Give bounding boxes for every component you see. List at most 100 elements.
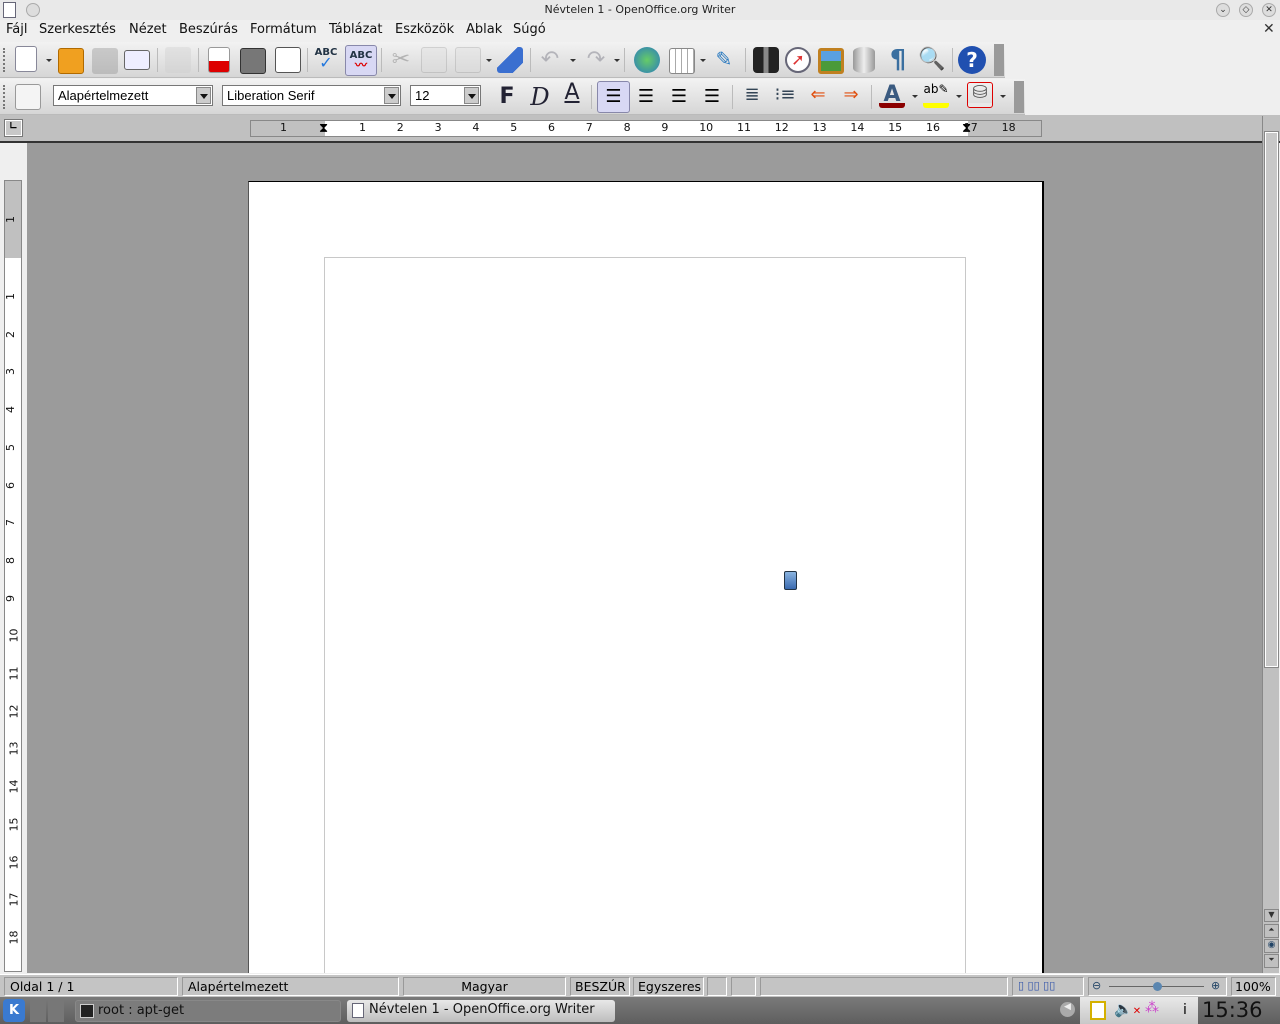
gallery-icon[interactable]	[818, 48, 844, 74]
help-icon[interactable]: ?	[958, 46, 986, 74]
data-sources-icon[interactable]	[853, 47, 875, 73]
open-folder-icon[interactable]	[58, 48, 84, 74]
ruler-number: 5	[4, 443, 17, 451]
desktop-pager[interactable]	[30, 999, 64, 1022]
menu-insert[interactable]: Beszúrás	[179, 22, 238, 37]
save-icon[interactable]	[92, 48, 118, 74]
nonprinting-characters-icon[interactable]: ¶	[885, 45, 911, 75]
increase-indent-icon[interactable]: ⇒	[838, 84, 864, 110]
zoom-in-icon[interactable]: ⊕	[1211, 979, 1220, 992]
text-boundary[interactable]	[324, 257, 966, 973]
kde-menu-icon[interactable]: K	[3, 999, 25, 1022]
menu-table[interactable]: Táblázat	[329, 22, 382, 37]
email-icon[interactable]	[124, 50, 150, 70]
maximize-button[interactable]: ◇	[1239, 3, 1253, 17]
background-color-icon[interactable]: ⛁	[967, 82, 993, 108]
menu-tools[interactable]: Eszközök	[395, 22, 454, 37]
scrollbar-thumb[interactable]	[1264, 131, 1279, 668]
redo-icon[interactable]: ↷	[583, 47, 609, 73]
align-center-button[interactable]: ☰	[633, 84, 659, 110]
insert-mode-indicator[interactable]: BESZÚR	[570, 977, 630, 996]
clock[interactable]: 15:36	[1202, 998, 1263, 1022]
ruler-number: 17	[963, 121, 978, 134]
toolbar-overflow-button[interactable]	[1014, 81, 1024, 113]
justify-button[interactable]: ☰	[699, 84, 725, 110]
menu-window[interactable]: Ablak	[466, 22, 502, 37]
ruler-number: 4	[472, 121, 480, 134]
clipboard-icon[interactable]	[1090, 1001, 1106, 1020]
next-page-button[interactable]: ⏷	[1264, 954, 1279, 968]
minimize-button[interactable]: ⌄	[1216, 3, 1230, 17]
font-size-select[interactable]: 12	[410, 85, 481, 106]
task-terminal[interactable]: root : apt-get	[75, 1000, 341, 1022]
vertical-ruler[interactable]: 1 1 2 3 4 5 6 7 8 9 10 11 12 13 14 15 16 17 18	[4, 180, 22, 972]
navigator-icon[interactable]: ➚	[785, 47, 811, 73]
font-name-select[interactable]: Liberation Serif	[222, 85, 401, 106]
highlight-icon[interactable]: ab✎	[923, 82, 949, 108]
underline-button[interactable]: A	[559, 80, 585, 106]
font-color-icon[interactable]: A	[879, 82, 905, 108]
draw-functions-icon[interactable]: ✎	[711, 47, 737, 73]
menu-edit[interactable]: Szerkesztés	[39, 22, 116, 37]
ruler-number: 12	[7, 704, 21, 719]
page-style-indicator[interactable]: Alapértelmezett	[182, 977, 399, 996]
menu-file[interactable]: Fájl	[6, 22, 27, 37]
page-indicator[interactable]: Oldal 1 / 1	[4, 977, 178, 996]
navigation-button[interactable]: ◉	[1264, 939, 1279, 953]
left-indent-marker[interactable]: ⧗	[319, 121, 331, 136]
hyperlink-mode-field[interactable]	[707, 977, 727, 996]
document-modified-field[interactable]	[731, 977, 756, 996]
close-button[interactable]: ✕	[1262, 3, 1276, 17]
print-icon[interactable]	[240, 48, 266, 74]
bullets-icon[interactable]: ⁝≡	[772, 84, 798, 110]
undo-icon[interactable]: ↶	[537, 47, 563, 73]
ruler-number: 9	[4, 594, 17, 602]
tab-stop-selector[interactable]: ∟	[4, 119, 23, 137]
table-icon[interactable]	[669, 48, 695, 74]
selection-mode-indicator[interactable]: Egyszeres	[633, 977, 704, 996]
clone-formatting-icon[interactable]	[497, 47, 523, 73]
close-document-icon[interactable]: ✕	[1263, 21, 1275, 37]
menu-help[interactable]: Súgó	[513, 22, 546, 37]
menu-view[interactable]: Nézet	[129, 22, 167, 37]
taskbar: K root : apt-get Névtelen 1 - OpenOffice…	[0, 997, 1280, 1024]
decrease-indent-icon[interactable]: ⇐	[805, 84, 831, 110]
italic-button[interactable]: D	[527, 83, 553, 111]
toolbar-overflow-button[interactable]	[994, 44, 1004, 76]
bold-button[interactable]: F	[494, 84, 520, 110]
new-document-icon[interactable]	[15, 46, 37, 72]
network-icon[interactable]: ⁂	[1145, 1000, 1159, 1016]
zoom-out-icon[interactable]: ⊖	[1092, 979, 1101, 992]
ruler-number: 10	[7, 628, 21, 643]
hyperlink-icon[interactable]	[634, 47, 660, 73]
paragraph-style-select[interactable]: Alapértelmezett	[53, 85, 213, 106]
cut-icon[interactable]: ✂	[388, 47, 414, 73]
find-replace-icon[interactable]	[753, 47, 779, 73]
paste-icon[interactable]	[455, 47, 481, 73]
copy-icon[interactable]	[421, 47, 447, 73]
page-preview-icon[interactable]	[275, 47, 301, 73]
zoom-level[interactable]: 100%	[1231, 977, 1276, 996]
zoom-slider[interactable]: ⊖ ⊕	[1088, 977, 1227, 996]
align-left-button[interactable]: ☰	[597, 81, 630, 113]
volume-muted-icon[interactable]: 🔈✕	[1114, 1000, 1141, 1018]
styles-formatting-icon[interactable]	[15, 84, 41, 110]
language-indicator[interactable]: Magyar	[403, 977, 566, 996]
tray-collapse-icon[interactable]: ◀	[1060, 1002, 1075, 1017]
zoom-slider-handle[interactable]	[1152, 982, 1162, 991]
task-writer[interactable]: Névtelen 1 - OpenOffice.org Writer	[347, 1000, 615, 1022]
horizontal-ruler[interactable]: ⧗ ⧗ 1 1 2 3 4 5 6 7 8 9 10 11 12 13 14 15 16 17 18	[250, 120, 1042, 137]
info-icon[interactable]: i	[1183, 1002, 1187, 1018]
vertical-scrollbar[interactable]: ▼ ⏶ ◉ ⏷	[1262, 116, 1279, 973]
export-pdf-icon[interactable]	[208, 47, 230, 73]
align-right-button[interactable]: ☰	[666, 84, 692, 110]
scroll-down-button[interactable]: ▼	[1264, 909, 1279, 922]
previous-page-button[interactable]: ⏶	[1264, 924, 1279, 938]
zoom-icon[interactable]: 🔍	[918, 47, 945, 73]
menu-format[interactable]: Formátum	[250, 22, 317, 37]
spellcheck-icon[interactable]: ABC ✓	[313, 47, 339, 73]
view-layout-buttons[interactable]: ▯ ▯▯ ▯▯	[1012, 977, 1084, 996]
edit-file-icon[interactable]	[165, 47, 191, 73]
autospellcheck-icon[interactable]: ABC 〰	[345, 45, 377, 76]
numbering-icon[interactable]: ≣	[739, 84, 765, 110]
